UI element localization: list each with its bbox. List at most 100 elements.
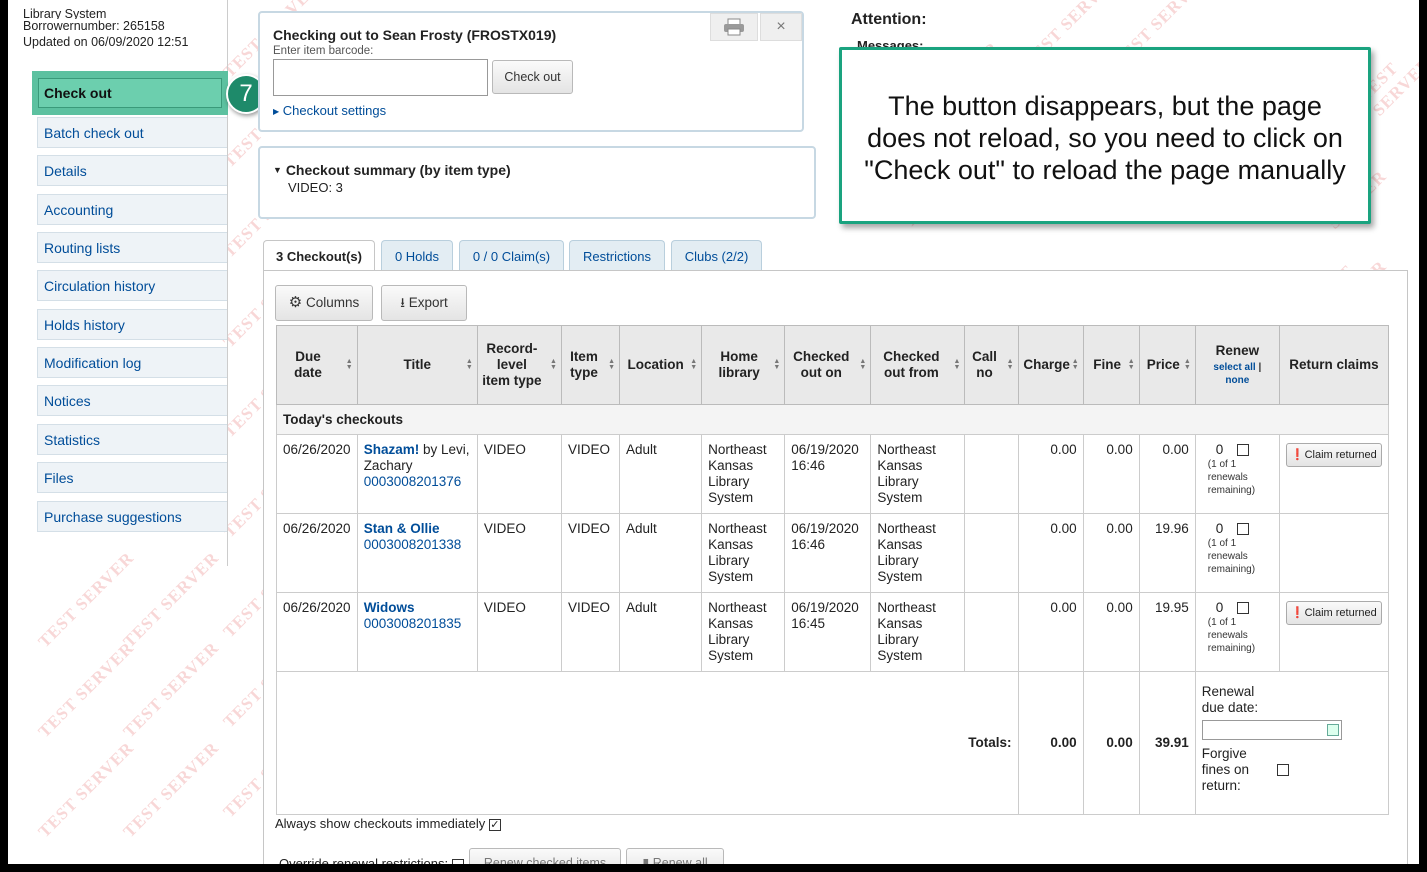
printer-icon	[724, 18, 744, 36]
col-location[interactable]: Location ▲ ▼	[619, 325, 703, 405]
col-call-no[interactable]: Call no ▲ ▼	[964, 325, 1019, 405]
tab-checkouts[interactable]: 3 Checkout(s)	[263, 240, 375, 272]
renew-note: (1 of 1 renewals remaining)	[1207, 459, 1256, 496]
col-checked-out-on[interactable]: Checked out on ▲ ▼	[784, 325, 872, 405]
sidebar-item-batch-check-out[interactable]: Batch check out	[37, 117, 227, 148]
col-charge[interactable]: Charge ▲ ▼	[1017, 325, 1084, 405]
callout-line: The button disappears, but the page	[888, 91, 1322, 121]
col-title[interactable]: Title ▲ ▼	[356, 325, 478, 405]
barcode-link[interactable]: 0003008201835	[364, 616, 462, 631]
tab-clubs[interactable]: Clubs (2/2)	[671, 240, 762, 271]
col-fine[interactable]: Fine ▲ ▼	[1082, 325, 1140, 405]
cell-price: 0.00	[1138, 434, 1196, 514]
barcode-label: Enter item barcode:	[273, 45, 374, 57]
barcode-input[interactable]	[273, 59, 488, 96]
sidebar-item-routing-lists[interactable]: Routing lists	[37, 232, 227, 263]
title-link[interactable]: Shazam!	[364, 442, 420, 457]
col-price[interactable]: Price ▲ ▼	[1138, 325, 1196, 405]
cell-location: Adult	[619, 592, 703, 672]
close-button[interactable]: ×	[760, 13, 802, 41]
summary-toggle[interactable]: ▼ Checkout summary (by item type)	[273, 162, 511, 178]
sidebar-item-modification-log[interactable]: Modification log	[37, 347, 227, 378]
tab-claims[interactable]: 0 / 0 Claim(s)	[459, 240, 564, 271]
totals-row: Totals: 0.00 0.00 39.91 Renewal due date…	[276, 671, 1390, 815]
instruction-callout: The button disappears, but the page does…	[839, 47, 1371, 224]
sort-icon: ▲ ▼	[1183, 358, 1191, 371]
export-button[interactable]: ⭳ Export	[381, 285, 467, 321]
always-show-label: Always show checkouts immediately	[275, 816, 486, 831]
cell-home: Northeast Kansas Library System	[701, 434, 786, 514]
title-link[interactable]: Widows	[364, 600, 415, 615]
claim-returned-button[interactable]: ❗Claim returned	[1285, 443, 1382, 467]
sidebar-item-accounting[interactable]: Accounting	[37, 194, 227, 225]
sidebar-item-circulation-history[interactable]: Circulation history	[37, 270, 227, 301]
cell-claim: ❗Claim returned	[1278, 434, 1390, 514]
col-checked-out-from[interactable]: Checked out from ▲ ▼	[870, 325, 966, 405]
callout-line: "Check out" to reload the page manually	[864, 155, 1346, 185]
header-label: Renew	[1215, 343, 1260, 358]
sidebar-item-notices[interactable]: Notices	[37, 385, 227, 416]
caret-right-icon: ▶	[273, 107, 280, 116]
renew-count: 0	[1215, 521, 1224, 536]
cell-item-type: VIDEO	[560, 513, 621, 593]
sidebar-item-label: Check out	[38, 78, 222, 108]
barcode-link[interactable]: 0003008201376	[364, 474, 462, 489]
tab-restrictions[interactable]: Restrictions	[569, 240, 665, 271]
sidebar-item-details[interactable]: Details	[37, 155, 227, 186]
print-button[interactable]	[710, 13, 758, 41]
renew-checkbox[interactable]	[1237, 523, 1250, 536]
tab-holds[interactable]: 0 Holds	[381, 240, 453, 271]
checkouts-tab-panel: ⚙ Columns ⭳ Export Due date ▲ ▼ Title ▲ ▼ Re…	[263, 270, 1408, 864]
header-label: Fine	[1093, 357, 1122, 372]
table-row: 06/26/2020 Stan & Ollie 0003008201338 VID…	[276, 513, 1390, 593]
select-all-link[interactable]: select all	[1213, 362, 1255, 373]
calendar-icon[interactable]	[1326, 724, 1339, 736]
cell-call	[964, 592, 1019, 672]
close-icon: ×	[776, 18, 786, 35]
col-record-level-item-type[interactable]: Record-level item type ▲ ▼	[476, 325, 562, 405]
select-none-link[interactable]: none	[1225, 375, 1249, 386]
checkout-settings-link[interactable]: ▶ Checkout settings	[273, 103, 386, 118]
renewal-due-input[interactable]	[1201, 720, 1342, 740]
renew-all-button[interactable]: ▮ Renew all	[626, 848, 724, 864]
renew-count: 0	[1215, 600, 1224, 615]
sidebar-item-holds-history[interactable]: Holds history	[37, 309, 227, 340]
renew-count: 0	[1215, 442, 1224, 457]
barcode-link[interactable]: 0003008201338	[364, 537, 462, 552]
total-price: 39.91	[1138, 671, 1196, 815]
always-show-row: Always show checkouts immediately ✓	[275, 816, 501, 831]
renew-checkbox[interactable]	[1237, 444, 1250, 457]
sidebar-item-purchase-suggestions[interactable]: Purchase suggestions	[37, 501, 227, 532]
forgive-fines-checkbox[interactable]	[1276, 764, 1289, 776]
cell-fine: 0.00	[1082, 434, 1140, 514]
col-home-library[interactable]: Home library ▲ ▼	[701, 325, 786, 405]
col-item-type[interactable]: Item type ▲ ▼	[560, 325, 621, 405]
cell-home: Northeast Kansas Library System	[701, 513, 786, 593]
renew-checkbox[interactable]	[1237, 602, 1250, 615]
col-renew: Renew select all | none	[1194, 325, 1280, 405]
gear-icon: ⚙	[288, 294, 303, 311]
always-show-checkbox[interactable]: ✓	[488, 818, 501, 831]
sidebar-item-statistics[interactable]: Statistics	[37, 424, 227, 455]
sidebar-item-check-out[interactable]: Check out	[32, 71, 228, 115]
header-label: Charge	[1023, 357, 1070, 372]
sort-icon: ▲ ▼	[550, 358, 557, 371]
checkout-summary-panel: ▼ Checkout summary (by item type) VIDEO:…	[258, 146, 816, 219]
claim-returned-button[interactable]: ❗Claim returned	[1285, 601, 1382, 625]
cell-fine: 0.00	[1082, 592, 1140, 672]
col-due-date[interactable]: Due date ▲ ▼	[276, 325, 358, 405]
header-label: Title	[403, 357, 432, 372]
cell-due: 06/26/2020	[276, 434, 358, 514]
sidebar-item-files[interactable]: Files	[37, 462, 227, 493]
check-out-button[interactable]: Check out	[492, 60, 573, 94]
sort-icon: ▲ ▼	[465, 358, 473, 371]
title-link[interactable]: Stan & Ollie	[364, 521, 440, 536]
sort-icon: ▲ ▼	[345, 358, 353, 371]
header-label: Record-level item type	[482, 341, 542, 388]
watermark-text: TEST SERVER	[34, 638, 138, 742]
claim-label: Claim returned	[1304, 607, 1377, 619]
columns-button[interactable]: ⚙ Columns	[275, 285, 373, 321]
renew-checked-button[interactable]: Renew checked items	[469, 848, 621, 864]
override-checkbox[interactable]	[451, 858, 464, 864]
sort-icon: ▲ ▼	[608, 358, 616, 371]
